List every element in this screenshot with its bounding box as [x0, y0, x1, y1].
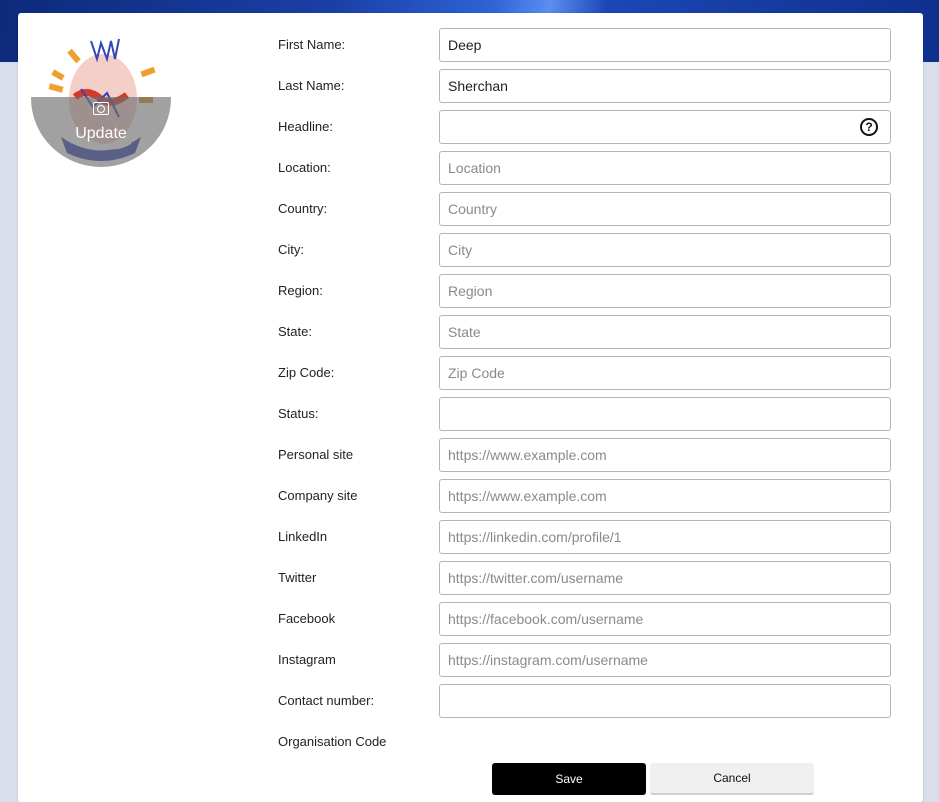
field-personal-site: Personal site [278, 438, 892, 472]
field-status: Status: [278, 397, 892, 431]
status-input[interactable] [439, 397, 891, 431]
cancel-button[interactable]: Cancel [650, 763, 814, 795]
city-input[interactable] [439, 233, 891, 267]
help-circle-icon[interactable]: ? [860, 118, 878, 136]
location-input[interactable] [439, 151, 891, 185]
field-organisation-code: Organisation Code [278, 725, 892, 759]
last-name-label: Last Name: [278, 78, 345, 93]
region-label: Region: [278, 283, 323, 298]
zip-code-label: Zip Code: [278, 365, 335, 380]
field-country: Country: [278, 192, 892, 226]
contact-number-input[interactable] [439, 684, 891, 718]
first-name-label: First Name: [278, 37, 346, 52]
last-name-input[interactable] [439, 69, 891, 103]
field-twitter: Twitter [278, 561, 892, 595]
state-label: State: [278, 324, 312, 339]
zip-code-input[interactable] [439, 356, 891, 390]
headline-label: Headline: [278, 119, 333, 134]
organisation-code-label: Organisation Code [278, 734, 387, 749]
contact-number-label: Contact number: [278, 693, 375, 708]
status-label: Status: [278, 406, 319, 421]
personal-site-input[interactable] [439, 438, 891, 472]
field-location: Location: [278, 151, 892, 185]
profile-avatar[interactable]: Update [31, 29, 171, 167]
twitter-label: Twitter [278, 570, 317, 585]
company-site-label: Company site [278, 488, 358, 503]
camera-icon [93, 102, 109, 115]
instagram-input[interactable] [439, 643, 891, 677]
field-city: City: [278, 233, 892, 267]
linkedin-input[interactable] [439, 520, 891, 554]
linkedin-label: LinkedIn [278, 529, 328, 544]
state-input[interactable] [439, 315, 891, 349]
facebook-input[interactable] [439, 602, 891, 636]
location-label: Location: [278, 160, 331, 175]
personal-site-label: Personal site [278, 447, 354, 462]
field-last-name: Last Name: [278, 69, 892, 103]
company-site-input[interactable] [439, 479, 891, 513]
country-input[interactable] [439, 192, 891, 226]
profile-edit-card: Update First Name: Last Name: Headline: … [18, 13, 923, 802]
field-facebook: Facebook [278, 602, 892, 636]
field-region: Region: [278, 274, 892, 308]
field-zip-code: Zip Code: [278, 356, 892, 390]
country-label: Country: [278, 201, 328, 216]
field-company-site: Company site [278, 479, 892, 513]
save-button[interactable]: Save [492, 763, 646, 795]
field-first-name: First Name: [278, 28, 892, 62]
field-instagram: Instagram [278, 643, 892, 677]
twitter-input[interactable] [439, 561, 891, 595]
first-name-input[interactable] [439, 28, 891, 62]
headline-input[interactable] [439, 110, 891, 144]
avatar-update-label[interactable]: Update [31, 125, 171, 143]
field-contact-number: Contact number: [278, 684, 892, 718]
instagram-label: Instagram [278, 652, 336, 667]
region-input[interactable] [439, 274, 891, 308]
field-state: State: [278, 315, 892, 349]
field-headline: Headline: ? [278, 110, 892, 144]
field-linkedin: LinkedIn [278, 520, 892, 554]
facebook-label: Facebook [278, 611, 336, 626]
city-label: City: [278, 242, 304, 257]
